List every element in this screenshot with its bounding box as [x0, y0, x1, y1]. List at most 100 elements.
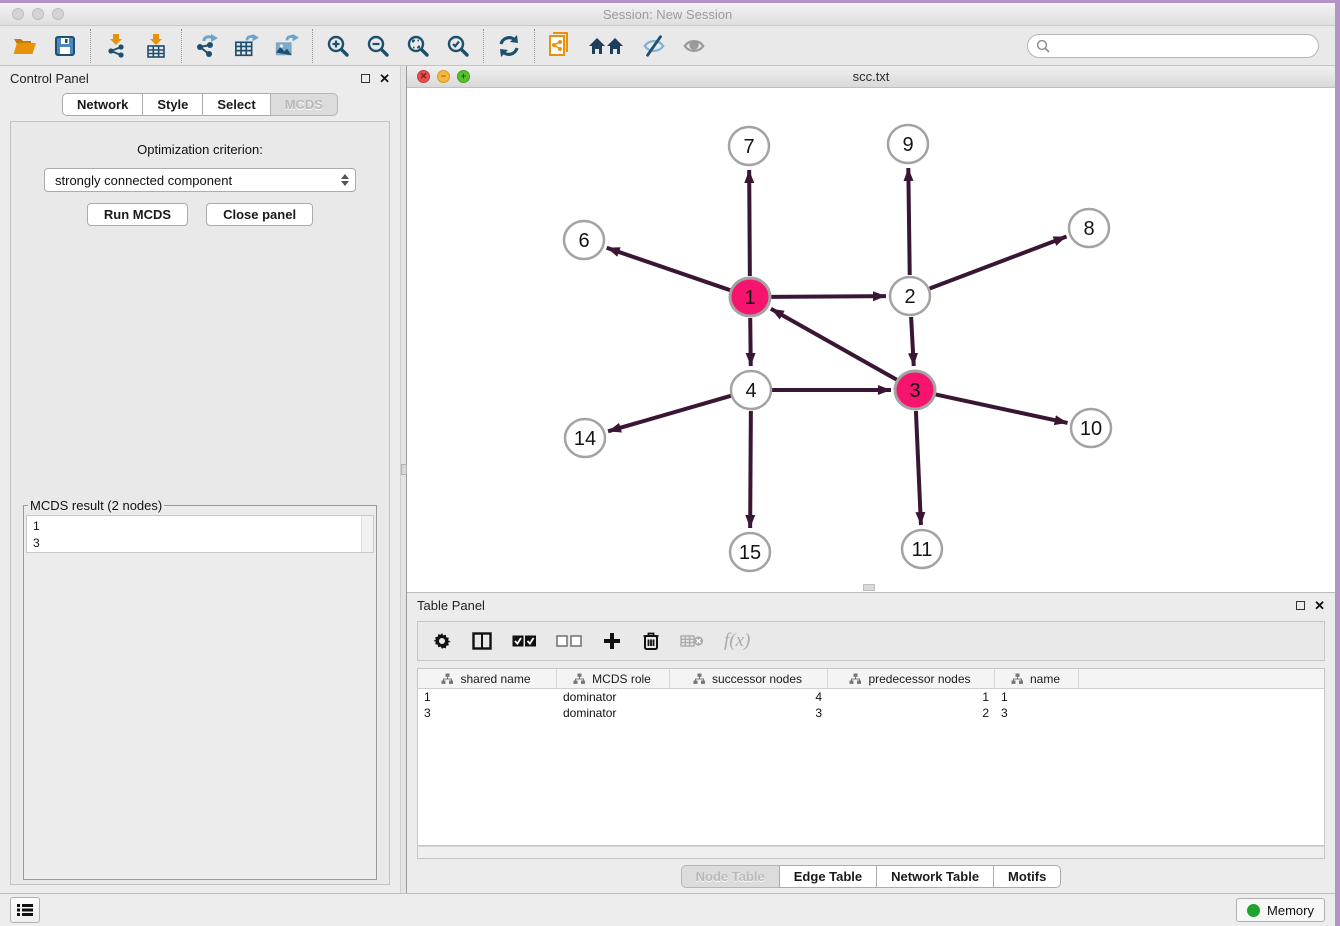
main-toolbar — [0, 26, 1335, 66]
result-scrollbar[interactable] — [361, 516, 373, 552]
column-type-icon — [693, 673, 706, 685]
network-close-icon[interactable]: ✕ — [417, 70, 430, 83]
network-minimize-icon[interactable]: − — [437, 70, 450, 83]
graph-node-7[interactable]: 7 — [729, 127, 769, 165]
network-title: scc.txt — [407, 69, 1335, 84]
graph-node-15[interactable]: 15 — [730, 533, 770, 571]
mcds-result-title: MCDS result (2 nodes) — [28, 498, 164, 513]
close-panel-button[interactable]: Close panel — [206, 203, 313, 226]
search-field[interactable] — [1027, 34, 1319, 58]
graph-node-2[interactable]: 2 — [890, 277, 930, 315]
graph-edge-1-6[interactable] — [607, 248, 730, 290]
graph-edge-4-14[interactable] — [608, 396, 731, 432]
column-header-name[interactable]: name — [995, 669, 1079, 688]
graph-node-1[interactable]: 1 — [730, 278, 770, 316]
tab-mcds[interactable]: MCDS — [270, 93, 338, 116]
network-from-selection-icon[interactable] — [547, 33, 573, 59]
graph-edge-1-4[interactable] — [750, 318, 751, 366]
open-file-icon[interactable] — [12, 33, 38, 59]
graph-edge-1-7[interactable] — [749, 170, 750, 276]
graph-edge-2-3[interactable] — [911, 317, 914, 366]
table-cell[interactable]: 1 — [995, 689, 1079, 705]
status-bar: Memory — [0, 893, 1335, 926]
run-mcds-button[interactable]: Run MCDS — [87, 203, 188, 226]
float-table-panel-icon[interactable] — [1296, 601, 1305, 610]
import-network-icon[interactable] — [103, 33, 129, 59]
network-graph[interactable]: 7 9 6 8 1 2 4 3 14 10 15 11 — [407, 88, 1333, 592]
title-bar: Session: New Session — [0, 3, 1335, 26]
add-row-icon[interactable] — [602, 631, 622, 651]
hide-selected-icon[interactable] — [641, 33, 667, 59]
graph-node-6[interactable]: 6 — [564, 221, 604, 259]
zoom-in-icon[interactable] — [325, 33, 351, 59]
tab-network-table[interactable]: Network Table — [876, 865, 994, 888]
graph-edge-2-8[interactable] — [930, 237, 1067, 289]
table-cell[interactable]: 1 — [828, 689, 995, 705]
close-table-panel-icon[interactable]: ✕ — [1314, 599, 1325, 612]
table-row[interactable]: 3dominator323 — [418, 705, 1324, 721]
graph-node-3[interactable]: 3 — [895, 371, 935, 409]
column-header-predecessor-nodes[interactable]: predecessor nodes — [828, 669, 995, 688]
close-panel-icon[interactable]: ✕ — [379, 72, 390, 85]
graph-edge-2-9[interactable] — [908, 168, 909, 275]
table-cell[interactable]: 2 — [828, 705, 995, 721]
table-cell[interactable]: 3 — [670, 705, 828, 721]
table-row[interactable]: 1dominator411 — [418, 689, 1324, 705]
column-panel-icon[interactable] — [472, 632, 492, 650]
graph-edge-3-1[interactable] — [771, 309, 897, 380]
select-all-rows-icon[interactable] — [512, 635, 536, 647]
zoom-fit-icon[interactable] — [405, 33, 431, 59]
memory-label: Memory — [1267, 903, 1314, 918]
zoom-selected-icon[interactable] — [445, 33, 471, 59]
horizontal-splitter-grip[interactable] — [863, 584, 875, 591]
graph-edge-3-10[interactable] — [936, 394, 1068, 423]
tab-motifs[interactable]: Motifs — [993, 865, 1061, 888]
tab-edge-table[interactable]: Edge Table — [779, 865, 877, 888]
delete-row-icon[interactable] — [642, 631, 660, 651]
import-table-icon[interactable] — [143, 33, 169, 59]
tab-network[interactable]: Network — [62, 93, 143, 116]
float-panel-icon[interactable] — [361, 74, 370, 83]
network-canvas[interactable]: 7 9 6 8 1 2 4 3 14 10 15 11 — [407, 88, 1335, 592]
table-cell[interactable]: 1 — [418, 689, 557, 705]
mcds-result-list[interactable]: 1 3 — [27, 516, 361, 552]
column-header-shared-name[interactable]: shared name — [418, 669, 557, 688]
graph-node-8[interactable]: 8 — [1069, 209, 1109, 247]
graph-edge-1-2[interactable] — [771, 296, 886, 297]
deselect-all-rows-icon[interactable] — [556, 635, 582, 647]
table-cell[interactable]: 3 — [995, 705, 1079, 721]
tab-select[interactable]: Select — [202, 93, 270, 116]
export-image-icon[interactable] — [274, 33, 300, 59]
table-cell[interactable]: dominator — [557, 705, 670, 721]
graph-edge-3-11[interactable] — [916, 411, 921, 525]
column-header-successor-nodes[interactable]: successor nodes — [670, 669, 828, 688]
table-cell[interactable]: 4 — [670, 689, 828, 705]
save-session-icon[interactable] — [52, 33, 78, 59]
zoom-out-icon[interactable] — [365, 33, 391, 59]
criterion-select[interactable]: strongly connected component — [44, 168, 356, 192]
table-horizontal-scrollbar[interactable] — [417, 846, 1325, 859]
export-network-icon[interactable] — [194, 33, 220, 59]
column-header-MCDS-role[interactable]: MCDS role — [557, 669, 670, 688]
first-neighbors-icon[interactable] — [587, 33, 627, 59]
search-input[interactable] — [1055, 39, 1310, 53]
table-settings-icon[interactable] — [432, 631, 452, 651]
memory-button[interactable]: Memory — [1236, 898, 1325, 922]
network-maximize-icon[interactable]: + — [457, 70, 470, 83]
graph-node-11[interactable]: 11 — [902, 530, 942, 568]
svg-text:9: 9 — [902, 134, 913, 156]
graph-node-4[interactable]: 4 — [731, 371, 771, 409]
select-stepper-icon — [341, 174, 349, 186]
apply-layout-icon[interactable] — [496, 33, 522, 59]
tab-node-table[interactable]: Node Table — [681, 865, 780, 888]
graph-node-14[interactable]: 14 — [565, 419, 605, 457]
export-table-icon[interactable] — [234, 33, 260, 59]
task-history-button[interactable] — [10, 897, 40, 923]
vertical-splitter[interactable] — [400, 66, 407, 893]
tab-style[interactable]: Style — [142, 93, 203, 116]
table-cell[interactable]: dominator — [557, 689, 670, 705]
graph-node-10[interactable]: 10 — [1071, 409, 1111, 447]
graph-edge-4-15[interactable] — [750, 411, 751, 528]
table-cell[interactable]: 3 — [418, 705, 557, 721]
graph-node-9[interactable]: 9 — [888, 125, 928, 163]
